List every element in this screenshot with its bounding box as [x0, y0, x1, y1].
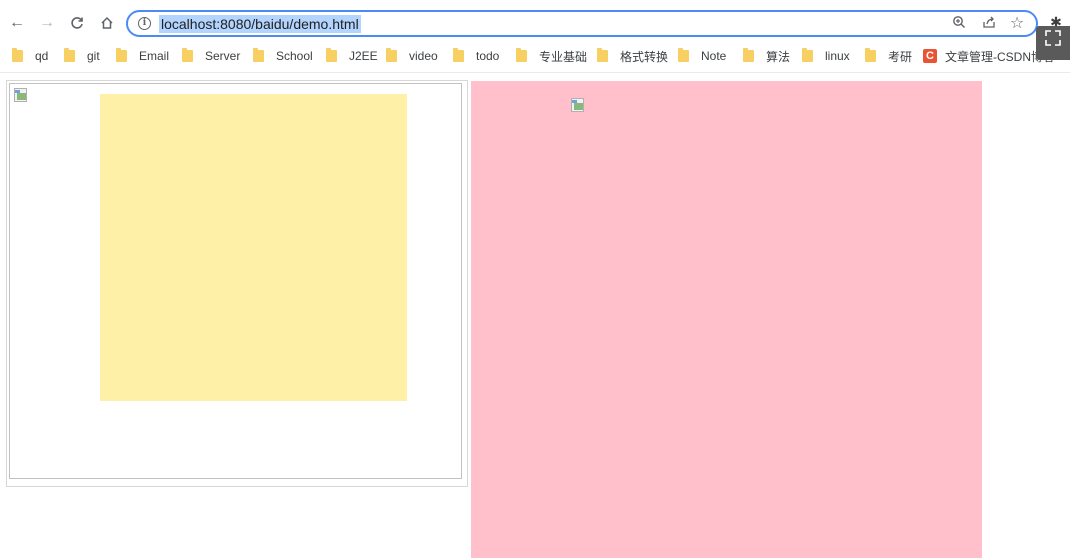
browser-toolbar: ← → i localhost:8080/baidu/demo.html ☆ ✱ — [0, 0, 1070, 44]
home-glyph — [101, 16, 113, 29]
bookmark-item[interactable]: Server — [182, 46, 240, 66]
broken-image-icon — [13, 87, 29, 103]
folder-icon — [678, 48, 689, 62]
bookmark-item[interactable]: 算法 — [743, 46, 790, 66]
bookmark-label: linux — [825, 49, 850, 63]
bookmark-label: 专业基础 — [539, 49, 588, 64]
bookmark-label: qd — [35, 49, 49, 63]
zoom-icon[interactable] — [950, 15, 968, 33]
bookmark-label: School — [276, 49, 313, 63]
bookmark-label: 考研 — [888, 49, 913, 64]
yellow-box — [100, 94, 407, 401]
csdn-logo-icon: C — [923, 49, 937, 63]
address-bar[interactable]: i localhost:8080/baidu/demo.html ☆ — [126, 10, 1038, 37]
folder-icon — [64, 48, 75, 62]
folder-icon — [386, 48, 397, 62]
expand-glyph — [1045, 30, 1061, 46]
bookmark-item[interactable]: video — [386, 46, 438, 66]
bookmark-label: J2EE — [349, 49, 378, 63]
bookmark-star-icon[interactable]: ☆ — [1008, 15, 1026, 33]
folder-icon — [12, 48, 23, 62]
folder-icon — [253, 48, 264, 62]
bookmark-item[interactable]: git — [64, 46, 100, 66]
bookmark-label: Note — [701, 49, 727, 63]
folder-icon — [326, 48, 337, 62]
bookmark-item[interactable]: 专业基础 — [516, 46, 587, 66]
expand-icon[interactable] — [1036, 26, 1070, 60]
info-icon[interactable]: i — [138, 17, 151, 30]
url-text[interactable]: localhost:8080/baidu/demo.html — [159, 15, 361, 33]
folder-icon — [516, 48, 527, 62]
bookmark-label: Email — [139, 49, 170, 63]
bookmark-item[interactable]: J2EE — [326, 46, 378, 66]
pink-panel — [471, 81, 982, 558]
bookmark-item[interactable]: todo — [453, 46, 499, 66]
toolbar-divider — [0, 72, 1070, 73]
reload-glyph — [71, 17, 83, 29]
bookmark-label: todo — [476, 49, 500, 63]
bookmark-label: 算法 — [766, 49, 791, 64]
reload-icon[interactable] — [66, 12, 88, 34]
folder-icon — [802, 48, 813, 62]
bookmark-item[interactable]: 格式转换 — [597, 46, 668, 66]
bookmark-item[interactable]: School — [253, 46, 313, 66]
folder-icon — [453, 48, 464, 62]
home-icon[interactable] — [96, 12, 118, 34]
back-arrow-icon[interactable]: ← — [6, 12, 28, 34]
forward-arrow-icon[interactable]: → — [36, 12, 58, 34]
bookmark-item[interactable]: linux — [802, 46, 850, 66]
bookmarks-bar: qd git Email Server School J2EE video todo 专业基础 格… — [0, 44, 1070, 68]
folder-icon — [182, 48, 193, 62]
share-glyph — [983, 16, 995, 28]
bookmark-item[interactable]: qd — [12, 46, 48, 66]
zoom-glyph — [953, 16, 965, 28]
folder-icon — [116, 48, 127, 62]
folder-icon — [743, 48, 754, 62]
bookmark-item[interactable]: 考研 — [865, 46, 912, 66]
bookmark-item[interactable]: Note — [678, 46, 726, 66]
share-icon[interactable] — [980, 15, 998, 33]
bookmark-label: Server — [205, 49, 241, 63]
bookmark-label: video — [409, 49, 438, 63]
bookmark-label: 格式转换 — [620, 49, 669, 64]
folder-icon — [597, 48, 608, 62]
bookmark-item[interactable]: Email — [116, 46, 169, 66]
bookmark-label: git — [87, 49, 100, 63]
broken-image-icon — [570, 97, 586, 113]
folder-icon — [865, 48, 876, 62]
